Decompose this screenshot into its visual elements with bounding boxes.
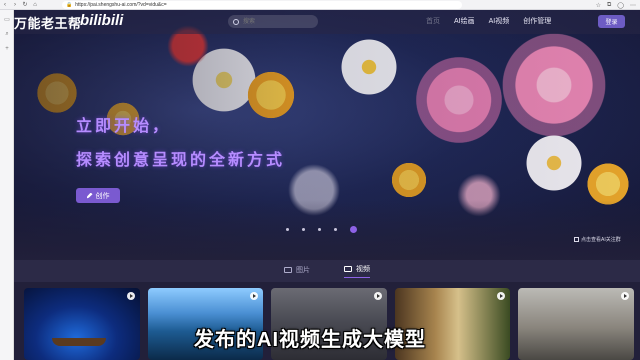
star-icon[interactable]: ☆ [596, 2, 601, 9]
tab-label: 图片 [296, 266, 310, 274]
menu-icon[interactable]: ⋯ [630, 2, 636, 9]
nav-menu: 首页 AI绘画 AI视频 创作管理 [426, 16, 551, 26]
address-bar[interactable]: 🔒 https://pai.shengshu-ai.com/?vd=vidu&c… [62, 1, 462, 9]
hero-subtitle: 探索创意呈现的全新方式 [76, 152, 286, 169]
browser-side-panel: ▭ ⌕ + [0, 10, 14, 360]
browser-actions: ☆ ⧉ ◯ ⋯ [596, 0, 636, 10]
nav-ai-video[interactable]: AI视频 [489, 16, 510, 26]
play-icon[interactable] [620, 292, 629, 300]
qr-hint-text: 点击查看AI关注群 [581, 237, 621, 243]
content-tabs: 图片 视频 [14, 260, 640, 282]
create-button[interactable]: 创作 [76, 188, 120, 203]
web-page: 万能老王帮 bilibili 首页 AI绘画 AI视频 创作管理 登录 立即开始… [14, 10, 640, 360]
nav-home[interactable]: 首页 [426, 16, 440, 26]
image-icon [284, 266, 292, 273]
nav-creation-management[interactable]: 创作管理 [523, 16, 551, 26]
hero-banner: 万能老王帮 bilibili 首页 AI绘画 AI视频 创作管理 登录 立即开始… [14, 10, 640, 260]
lock-icon: 🔒 [66, 2, 73, 8]
video-card[interactable] [518, 288, 634, 360]
extensions-icon[interactable]: ⧉ [607, 2, 611, 9]
qr-hint[interactable]: 点击查看AI关注群 [574, 236, 621, 243]
tab-icon[interactable]: ▭ [0, 13, 14, 25]
tab-images[interactable]: 图片 [284, 265, 310, 278]
search-icon [233, 18, 239, 25]
carousel-indicators [286, 226, 357, 233]
forward-icon[interactable]: › [10, 0, 20, 10]
carousel-dot[interactable] [286, 228, 289, 231]
plus-icon[interactable]: + [0, 43, 14, 55]
carousel-dot-active[interactable] [350, 226, 357, 233]
profile-icon[interactable]: ◯ [617, 2, 624, 9]
carousel-dot[interactable] [302, 228, 305, 231]
top-navigation: 万能老王帮 bilibili 首页 AI绘画 AI视频 创作管理 登录 [14, 10, 640, 34]
brand-name: 万能老王帮 [14, 16, 82, 31]
browser-toolbar: ‹ › ↻ ⌂ 🔒 https://pai.shengshu-ai.com/?v… [0, 0, 640, 10]
video-card[interactable] [24, 288, 140, 360]
hero-title: 立即开始， [76, 118, 172, 135]
carousel-dot[interactable] [334, 228, 337, 231]
home-icon[interactable]: ⌂ [30, 0, 40, 10]
bilibili-logo: bilibili [80, 12, 124, 29]
play-icon[interactable] [126, 292, 135, 300]
pencil-icon [86, 192, 93, 199]
search-input[interactable] [243, 16, 313, 27]
video-icon [344, 266, 352, 272]
play-icon[interactable] [373, 292, 382, 300]
nav-ai-painting[interactable]: AI绘画 [454, 16, 475, 26]
boat-thumbnail-detail [52, 338, 106, 346]
tab-videos[interactable]: 视频 [344, 264, 370, 278]
refresh-icon[interactable]: ↻ [20, 0, 30, 10]
create-label: 创作 [95, 192, 110, 200]
qr-icon [574, 237, 579, 242]
back-icon[interactable]: ‹ [0, 0, 10, 10]
play-icon[interactable] [250, 292, 259, 300]
carousel-dot[interactable] [318, 228, 321, 231]
browser-window: ‹ › ↻ ⌂ 🔒 https://pai.shengshu-ai.com/?v… [0, 0, 640, 360]
login-button[interactable]: 登录 [598, 15, 625, 28]
tab-label: 视频 [356, 266, 370, 273]
url-text: https://pai.shengshu-ai.com/?vd=vidu&c= [75, 2, 167, 8]
search-box[interactable] [228, 15, 318, 28]
play-icon[interactable] [497, 292, 506, 300]
video-subtitle-caption: 发布的AI视频生成大模型 [194, 329, 426, 351]
search-side-icon[interactable]: ⌕ [0, 28, 14, 40]
